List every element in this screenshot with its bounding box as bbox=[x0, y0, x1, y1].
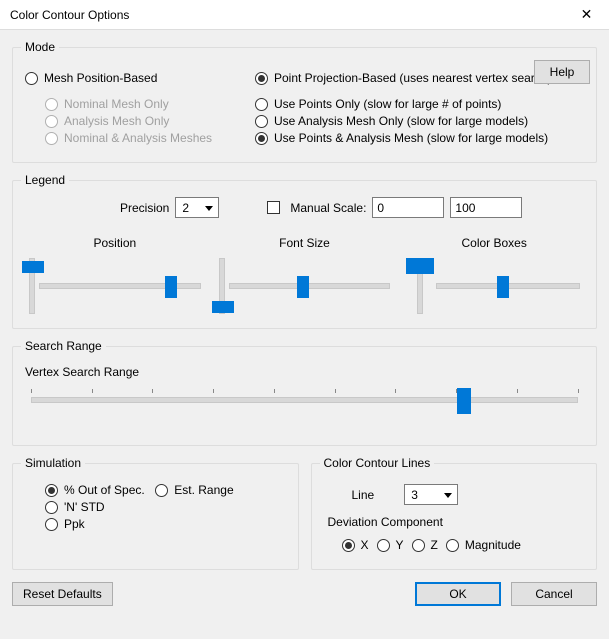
slider-position: Position bbox=[29, 236, 201, 314]
radio-dev-magnitude[interactable]: Magnitude bbox=[446, 538, 521, 552]
search-range-group: Search Range Vertex Search Range bbox=[12, 339, 597, 446]
line-label: Line bbox=[352, 488, 375, 502]
radio-dev-x[interactable]: X bbox=[342, 538, 369, 552]
window-title: Color Contour Options bbox=[10, 8, 564, 22]
radio-nominal-mesh-only: Nominal Mesh Only bbox=[45, 97, 225, 111]
search-range-legend: Search Range bbox=[21, 339, 106, 353]
colorboxes-horizontal-slider[interactable] bbox=[436, 283, 580, 289]
radio-dev-y[interactable]: Y bbox=[377, 538, 404, 552]
close-button[interactable]: ✕ bbox=[564, 0, 609, 30]
cancel-button[interactable]: Cancel bbox=[511, 582, 597, 606]
help-button[interactable]: Help bbox=[534, 60, 590, 84]
radio-use-analysis-mesh-only[interactable]: Use Analysis Mesh Only (slow for large m… bbox=[255, 114, 584, 128]
legend-legend: Legend bbox=[21, 173, 69, 187]
line-select[interactable]: 3 bbox=[404, 484, 458, 505]
simulation-group: Simulation % Out of Spec. 'N' STD Ppk bbox=[12, 456, 299, 570]
radio-n-std[interactable]: 'N' STD bbox=[45, 500, 155, 514]
precision-select[interactable]: 2 bbox=[175, 197, 219, 218]
colorboxes-vertical-slider[interactable] bbox=[408, 258, 432, 314]
mode-group: Mode Help Mesh Position-Based Point Proj… bbox=[12, 40, 597, 163]
scale-min-input[interactable]: 0 bbox=[372, 197, 444, 218]
slider-fontsize: Font Size bbox=[219, 236, 391, 314]
color-contour-lines-group: Color Contour Lines Line 3 Deviation Com… bbox=[311, 456, 598, 570]
precision-label: Precision bbox=[120, 201, 169, 215]
mode-legend: Mode bbox=[21, 40, 59, 54]
simulation-legend: Simulation bbox=[21, 456, 85, 470]
vertex-search-range-slider[interactable] bbox=[25, 385, 584, 431]
manual-scale-checkbox[interactable] bbox=[267, 201, 280, 214]
fontsize-vertical-slider[interactable] bbox=[219, 258, 225, 314]
position-vertical-slider[interactable] bbox=[29, 258, 35, 314]
scale-max-input[interactable]: 100 bbox=[450, 197, 522, 218]
deviation-component-label: Deviation Component bbox=[328, 515, 585, 529]
radio-analysis-mesh-only-left: Analysis Mesh Only bbox=[45, 114, 225, 128]
ccl-legend: Color Contour Lines bbox=[320, 456, 435, 470]
vertex-search-range-label: Vertex Search Range bbox=[25, 365, 584, 379]
ok-button[interactable]: OK bbox=[415, 582, 501, 606]
radio-point-projection-based[interactable]: Point Projection-Based (uses nearest ver… bbox=[255, 71, 551, 85]
fontsize-horizontal-slider[interactable] bbox=[229, 283, 391, 289]
radio-use-points-and-mesh[interactable]: Use Points & Analysis Mesh (slow for lar… bbox=[255, 131, 584, 145]
slider-colorboxes: Color Boxes bbox=[408, 236, 580, 314]
titlebar: Color Contour Options ✕ bbox=[0, 0, 609, 30]
radio-est-range[interactable]: Est. Range bbox=[155, 483, 285, 497]
radio-nominal-and-analysis: Nominal & Analysis Meshes bbox=[45, 131, 225, 145]
legend-group: Legend Precision 2 Manual Scale: 0 100 P… bbox=[12, 173, 597, 329]
dialog-content: Mode Help Mesh Position-Based Point Proj… bbox=[0, 30, 609, 639]
radio-use-points-only[interactable]: Use Points Only (slow for large # of poi… bbox=[255, 97, 584, 111]
manual-scale-label: Manual Scale: bbox=[290, 201, 366, 215]
radio-mesh-position-based[interactable]: Mesh Position-Based bbox=[25, 71, 225, 85]
reset-defaults-button[interactable]: Reset Defaults bbox=[12, 582, 113, 606]
radio-ppk[interactable]: Ppk bbox=[45, 517, 155, 531]
radio-dev-z[interactable]: Z bbox=[412, 538, 438, 552]
radio-pct-out-of-spec[interactable]: % Out of Spec. bbox=[45, 483, 155, 497]
position-horizontal-slider[interactable] bbox=[39, 283, 201, 289]
